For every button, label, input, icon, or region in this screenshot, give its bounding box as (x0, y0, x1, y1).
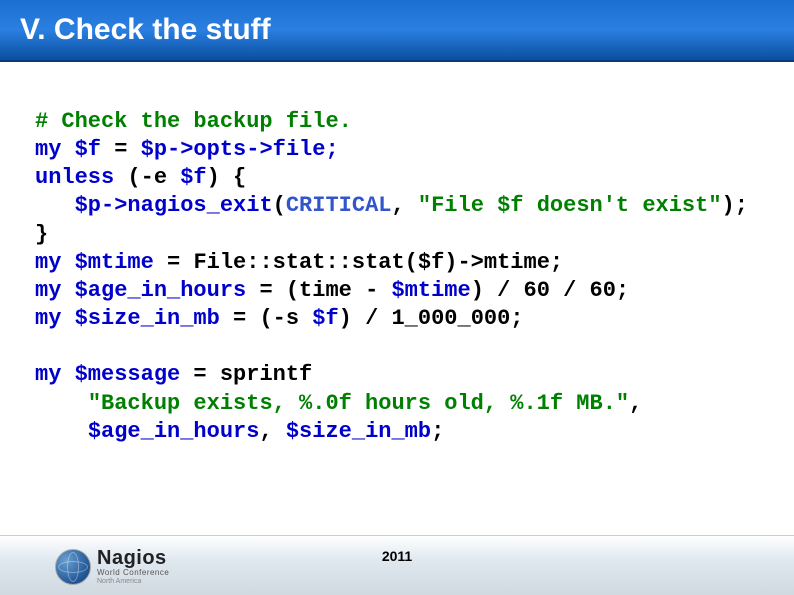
code-string: "File $f doesn't exist" (418, 193, 722, 218)
code-keyword: unless (35, 165, 114, 190)
title-bar: V. Check the stuff (0, 0, 794, 62)
code-text: = (-s (220, 306, 312, 331)
code-var: $f (180, 165, 206, 190)
code-text: } (35, 222, 48, 247)
code-var: $message (75, 362, 181, 387)
code-var: $mtime (391, 278, 470, 303)
globe-icon (55, 549, 91, 585)
code-text: (-e (114, 165, 180, 190)
code-text: , (391, 193, 417, 218)
code-var: $f (75, 137, 101, 162)
slide-title: V. Check the stuff (20, 13, 271, 47)
slide: V. Check the stuff # Check the backup fi… (0, 0, 794, 595)
code-text: = sprintf (180, 362, 312, 387)
code-text: $p->opts->file; (141, 137, 339, 162)
footer-year: 2011 (382, 548, 412, 564)
code-keyword: my (35, 137, 61, 162)
code-block: # Check the backup file. my $f = $p->opt… (35, 108, 774, 446)
code-keyword: my (35, 362, 61, 387)
code-text: = (101, 137, 141, 162)
code-var: $size_in_mb (75, 306, 220, 331)
logo: Nagios World Conference North America (55, 548, 169, 585)
code-text: ); (722, 193, 748, 218)
code-text: ) { (207, 165, 247, 190)
code-text: = (time - (246, 278, 391, 303)
code-text: File::stat::stat($f)->mtime; (193, 250, 563, 275)
code-indent (35, 193, 75, 218)
logo-sub: World Conference (97, 569, 169, 577)
code-text: = (154, 250, 194, 275)
code-text: , (629, 391, 642, 416)
code-text: ) / 1_000_000; (339, 306, 524, 331)
logo-text: Nagios World Conference North America (97, 548, 169, 585)
code-keyword: my (35, 250, 61, 275)
code-var: $f (312, 306, 338, 331)
code-keyword: my (35, 306, 61, 331)
code-text: ) / 60 / 60; (471, 278, 629, 303)
code-keyword: my (35, 278, 61, 303)
code-indent (35, 419, 88, 444)
code-comment: # Check the backup file. (35, 109, 352, 134)
code-var: $mtime (75, 250, 154, 275)
code-const: CRITICAL (286, 193, 392, 218)
code-var: $size_in_mb (286, 419, 431, 444)
logo-sub2: North America (97, 578, 169, 585)
code-var: $age_in_hours (75, 278, 247, 303)
code-call: $p->nagios_exit (75, 193, 273, 218)
code-text: ; (431, 419, 444, 444)
logo-main: Nagios (97, 548, 169, 568)
code-string: "Backup exists, %.0f hours old, %.1f MB.… (88, 391, 629, 416)
code-text: , (259, 419, 285, 444)
code-indent (35, 391, 88, 416)
code-text: ( (273, 193, 286, 218)
code-var: $age_in_hours (88, 419, 260, 444)
